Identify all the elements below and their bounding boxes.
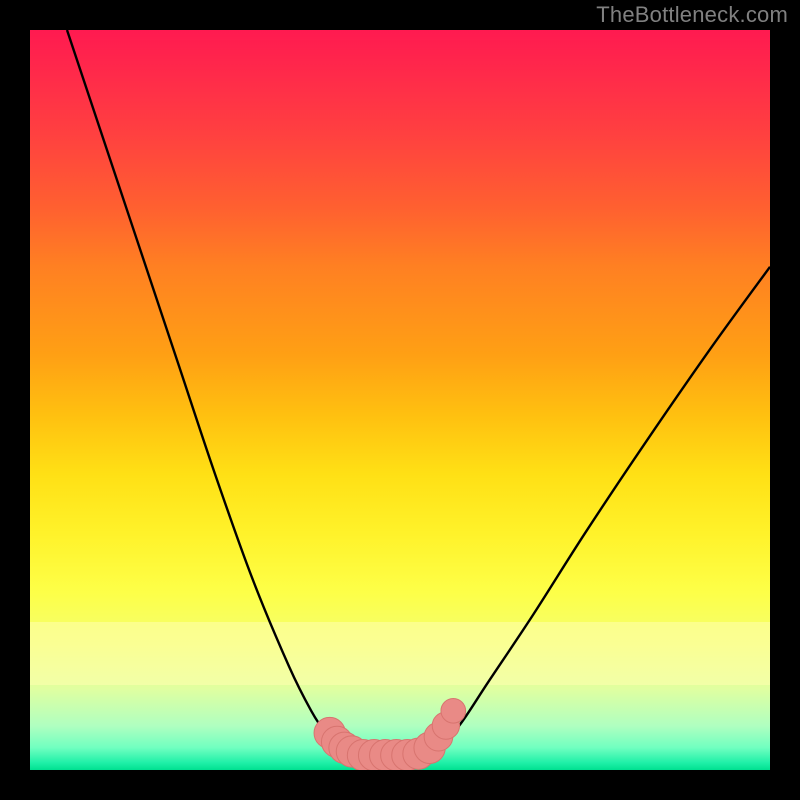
marker-13	[441, 698, 466, 723]
curve-left-curve	[67, 30, 363, 755]
plot-area	[30, 30, 770, 770]
curve-right-curve	[422, 267, 770, 755]
curves-layer	[30, 30, 770, 770]
watermark-text: TheBottleneck.com	[596, 2, 788, 28]
chart-frame: TheBottleneck.com	[0, 0, 800, 800]
